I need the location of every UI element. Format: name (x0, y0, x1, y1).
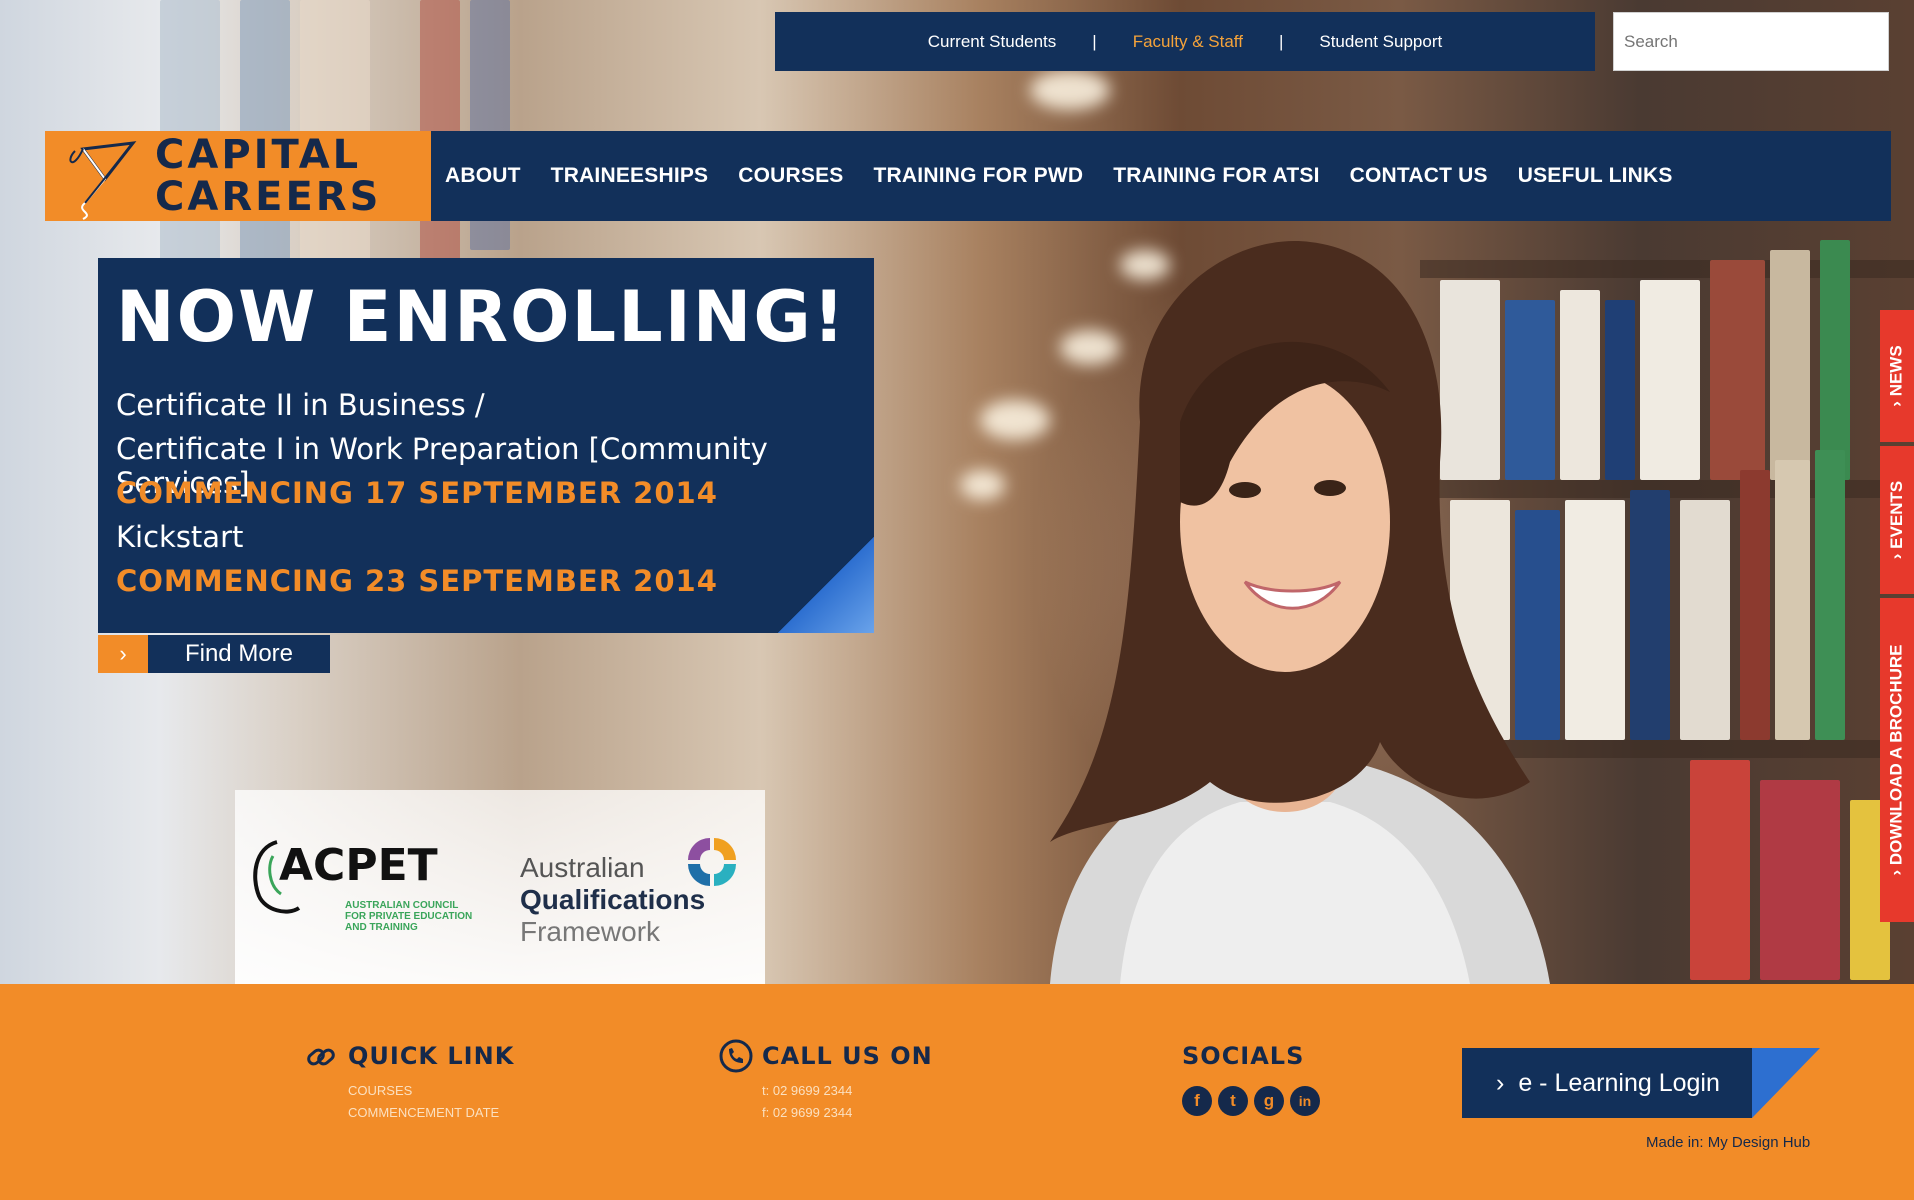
linkedin-icon[interactable]: in (1290, 1086, 1320, 1116)
elearning-label: e - Learning Login (1518, 1068, 1720, 1097)
quick-link-heading: QUICK LINK (348, 1042, 515, 1070)
socials-heading: SOCIALS (1182, 1042, 1305, 1070)
events-tab-label: › EVENTS (1887, 480, 1906, 560)
commencing-date-1: COMMENCING 17 SEPTEMBER 2014 (116, 476, 718, 510)
partner-logos: ACPET AUSTRALIAN COUNCIL FOR PRIVATE EDU… (235, 790, 765, 984)
separator: | (1092, 31, 1097, 51)
events-tab[interactable]: › EVENTS (1880, 446, 1914, 594)
download-brochure-tab[interactable]: › DOWNLOAD A BROCHURE (1880, 598, 1914, 922)
aqf-line3: Framework (520, 916, 661, 947)
link-current-students[interactable]: Current Students (928, 32, 1057, 52)
news-tab-label: › NEWS (1887, 345, 1907, 407)
logo-line2: CAREERS (155, 174, 382, 220)
quick-link-commencement-date[interactable]: COMMENCEMENT DATE (348, 1102, 499, 1124)
commencing-date-2: COMMENCING 23 SEPTEMBER 2014 (116, 564, 718, 598)
find-more-button[interactable]: › Find More (98, 635, 330, 673)
call-us-heading: CALL US ON (762, 1042, 933, 1070)
chevron-right-icon: › (1496, 1068, 1505, 1097)
quick-link-courses[interactable]: COURSES (348, 1080, 499, 1102)
news-tab[interactable]: › NEWS (1880, 310, 1914, 442)
twitter-icon[interactable]: t (1218, 1086, 1248, 1116)
elearning-login-button[interactable]: › e - Learning Login (1462, 1048, 1820, 1118)
banner-heading: NOW ENROLLING! (116, 276, 847, 358)
link-icon (307, 1048, 335, 1066)
link-student-support[interactable]: Student Support (1319, 32, 1442, 52)
search-input[interactable] (1613, 12, 1889, 71)
download-brochure-label: › DOWNLOAD A BROCHURE (1887, 644, 1906, 876)
hero-photo (1050, 241, 1550, 984)
course-line-3: Kickstart (116, 520, 244, 554)
link-faculty-staff[interactable]: Faculty & Staff (1133, 32, 1243, 52)
nav-traineeships[interactable]: TRAINEESHIPS (551, 164, 709, 188)
phone-number: t: 02 9699 2344 (762, 1083, 853, 1098)
quick-link-list: COURSES COMMENCEMENT DATE (348, 1080, 499, 1124)
aqf-logo: Australian Qualifications Framework (520, 830, 750, 960)
aqf-emblem-icon (688, 838, 736, 886)
call-us-list: t: 02 9699 2344 f: 02 9699 2344 (762, 1080, 852, 1124)
chevron-right-icon: › (98, 635, 148, 673)
made-in-credit: Made in: My Design Hub (1646, 1134, 1811, 1151)
page-curl-decoration (778, 537, 874, 633)
nav-contact-us[interactable]: CONTACT US (1350, 164, 1488, 188)
elearning-label-box: › e - Learning Login (1462, 1048, 1752, 1118)
nav-courses[interactable]: COURSES (738, 164, 843, 188)
separator: | (1278, 31, 1284, 51)
acpet-subtitle: AUSTRALIAN COUNCIL FOR PRIVATE EDUCATION… (345, 900, 473, 933)
fax-number: f: 02 9699 2344 (762, 1105, 853, 1120)
nav-training-atsi[interactable]: TRAINING FOR ATSI (1113, 164, 1319, 188)
kite-logo-icon (69, 141, 137, 220)
google-plus-icon[interactable]: g (1254, 1086, 1284, 1116)
nav-useful-links[interactable]: USEFUL LINKS (1518, 164, 1673, 188)
nav-about[interactable]: ABOUT (445, 164, 521, 188)
course-line-1: Certificate II in Business / (116, 388, 485, 422)
top-utility-bar: Current Students | Faculty & Staff | Stu… (775, 12, 1595, 71)
find-more-label: Find More (148, 635, 330, 673)
acpet-logo: ACPET AUSTRALIAN COUNCIL FOR PRIVATE EDU… (247, 830, 477, 950)
enrolling-banner: NOW ENROLLING! Certificate II in Busines… (98, 258, 874, 633)
main-nav: ABOUT TRAINEESHIPS COURSES TRAINING FOR … (431, 131, 1891, 221)
logo-wordmark: CAPITAL CAREERS (155, 134, 381, 218)
site-logo[interactable]: CAPITAL CAREERS (45, 131, 431, 221)
elearning-tab-decoration (1752, 1048, 1820, 1118)
facebook-icon[interactable]: f (1182, 1086, 1212, 1116)
acpet-name: ACPET (279, 840, 438, 891)
phone-icon (719, 1039, 753, 1073)
logo-line1: CAPITAL (155, 132, 362, 178)
nav-training-pwd[interactable]: TRAINING FOR PWD (874, 164, 1084, 188)
aqf-line1: Australian (520, 852, 645, 883)
